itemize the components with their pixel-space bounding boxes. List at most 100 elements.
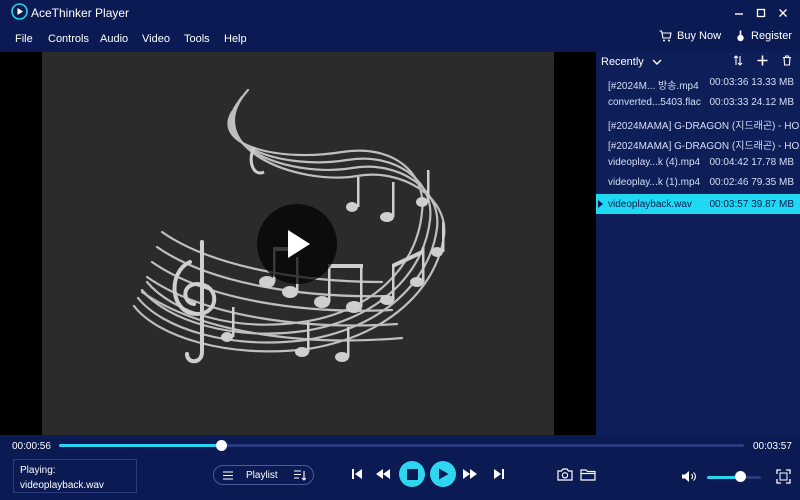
- playlist-item-name: [#2024MAMA] G-DRAGON (지드래곤) - HO...: [608, 141, 800, 152]
- playlist-item-meta: 00:02:46 79.35 MB: [709, 177, 794, 188]
- stop-icon: [406, 468, 418, 480]
- menu-controls[interactable]: Controls: [48, 33, 89, 45]
- playlist-item-duration: 00:03:33: [709, 97, 749, 108]
- fast-forward-icon: [463, 469, 477, 479]
- playlist-item-duration: 00:03:36: [709, 77, 749, 88]
- playlist-item-size: 13.33 MB: [751, 77, 794, 88]
- playlist-item-name: [#2024M... 방송.mp4: [608, 81, 699, 92]
- minimize-icon: [735, 12, 743, 15]
- control-bar: Playing: videoplayback.wav Playlist: [0, 457, 800, 500]
- open-folder-button[interactable]: [579, 466, 597, 482]
- total-time: 00:03:57: [753, 441, 792, 452]
- menu-video[interactable]: Video: [142, 33, 170, 45]
- cart-icon: [659, 30, 672, 42]
- sort-order-icon[interactable]: [733, 55, 743, 66]
- volume-icon: [681, 470, 696, 482]
- playlist-item-size: 24.12 MB: [751, 97, 794, 108]
- playlist-item-duration: 00:02:46: [709, 177, 749, 188]
- playlist-item-duration: 00:04:42: [709, 157, 749, 168]
- mute-button[interactable]: [680, 468, 698, 484]
- menu-help[interactable]: Help: [224, 33, 247, 45]
- register-link[interactable]: Register: [735, 30, 792, 42]
- app-title: AceThinker Player: [31, 6, 130, 20]
- stop-button[interactable]: [399, 461, 425, 487]
- video-viewport[interactable]: [0, 52, 596, 435]
- playlist-item[interactable]: [#2024MAMA] G-DRAGON (지드래곤) - HO...: [596, 132, 800, 152]
- playlist-item-name: videoplay...k (4).mp4: [608, 157, 701, 168]
- menu-file[interactable]: File: [15, 33, 33, 45]
- list-icon: [223, 471, 233, 480]
- close-icon: [779, 8, 787, 17]
- title-bar: AceThinker Player: [0, 0, 800, 25]
- current-time: 00:00:56: [12, 441, 51, 452]
- seek-thumb[interactable]: [215, 440, 227, 451]
- seek-bar-fill: [59, 444, 221, 447]
- playlist-item-size: 39.87 MB: [751, 199, 794, 210]
- playlist-item[interactable]: [#2024MAMA] G-DRAGON (지드래곤) - HO...: [596, 112, 800, 132]
- fullscreen-icon: [775, 468, 791, 484]
- header-links: Buy Now Register: [659, 30, 792, 42]
- playing-indicator-icon: [598, 200, 603, 208]
- playlist-sort-icon: [294, 470, 306, 481]
- playlist-item-active[interactable]: videoplayback.wav 00:03:57 39.87 MB: [596, 194, 800, 214]
- playlist-item-name: converted...5403.flac: [608, 97, 701, 108]
- progress-row: 00:00:56 00:03:57: [0, 435, 800, 457]
- skip-next-icon: [494, 469, 504, 479]
- sort-label: Recently: [601, 56, 644, 68]
- folder-icon: [580, 468, 596, 481]
- skip-previous-icon: [352, 469, 362, 479]
- playlist-item-name: videoplay...k (1).mp4: [608, 177, 701, 188]
- playlist-panel: Recently [#2024M... 방송.mp4 00:03:36 13.3…: [596, 52, 800, 435]
- sort-dropdown[interactable]: Recently: [601, 56, 662, 68]
- playlist-item[interactable]: videoplay...k (1).mp4 00:02:46 79.35 MB: [596, 172, 800, 192]
- playlist-item-meta: 00:04:42 17.78 MB: [709, 157, 794, 168]
- volume-thumb[interactable]: [735, 471, 746, 482]
- playlist-item-name: [#2024MAMA] G-DRAGON (지드래곤) - HO...: [608, 121, 800, 132]
- trash-icon[interactable]: [782, 55, 792, 66]
- rewind-icon: [376, 469, 390, 479]
- play-icon: [288, 230, 310, 258]
- snapshot-button[interactable]: [556, 466, 574, 482]
- buy-now-link[interactable]: Buy Now: [659, 30, 721, 42]
- buy-now-label: Buy Now: [677, 30, 722, 42]
- minimize-button[interactable]: [728, 0, 750, 25]
- playlist-item[interactable]: videoplay...k (4).mp4 00:04:42 17.78 MB: [596, 152, 800, 172]
- playlist-item-meta: 00:03:33 24.12 MB: [709, 97, 794, 108]
- fast-forward-button[interactable]: [461, 467, 479, 481]
- camera-icon: [557, 467, 573, 481]
- video-frame: [42, 52, 554, 435]
- window-controls: [728, 0, 794, 25]
- maximize-button[interactable]: [750, 0, 772, 25]
- playlist-item-size: 79.35 MB: [751, 177, 794, 188]
- playlist-item-size: 17.78 MB: [751, 157, 794, 168]
- menu-bar: File Controls Audio Video Tools Help Buy…: [0, 25, 800, 52]
- now-playing-label: Playing:: [20, 465, 56, 476]
- next-button[interactable]: [492, 467, 506, 481]
- fullscreen-button[interactable]: [774, 468, 792, 484]
- seek-bar[interactable]: [59, 440, 744, 451]
- playlist-item-name: videoplayback.wav: [608, 199, 692, 210]
- chevron-down-icon: [652, 59, 662, 65]
- playlist-tools: [733, 55, 792, 66]
- playlist-item-meta: 00:03:36 13.33 MB: [709, 77, 794, 88]
- playlist-item-duration: 00:03:57: [709, 199, 749, 210]
- now-playing-box: Playing: videoplayback.wav: [13, 459, 137, 493]
- previous-button[interactable]: [350, 467, 364, 481]
- close-button[interactable]: [772, 0, 794, 25]
- rewind-button[interactable]: [374, 467, 392, 481]
- playlist-header: Recently: [596, 52, 800, 72]
- volume-slider-rest: [745, 476, 761, 479]
- app-logo-icon: [11, 3, 28, 20]
- playlist-toggle-button[interactable]: Playlist: [213, 465, 314, 485]
- key-icon: [737, 30, 744, 42]
- add-icon[interactable]: [757, 55, 768, 66]
- register-label: Register: [751, 30, 792, 42]
- play-button[interactable]: [430, 461, 456, 487]
- menu-tools[interactable]: Tools: [184, 33, 210, 45]
- playlist-item-meta: 00:03:57 39.87 MB: [709, 199, 794, 210]
- big-play-button[interactable]: [257, 204, 337, 284]
- now-playing-file: videoplayback.wav: [20, 480, 104, 491]
- playlist-item[interactable]: [#2024M... 방송.mp4 00:03:36 13.33 MB: [596, 72, 800, 92]
- menu-audio[interactable]: Audio: [100, 33, 128, 45]
- playlist-item[interactable]: converted...5403.flac 00:03:33 24.12 MB: [596, 92, 800, 112]
